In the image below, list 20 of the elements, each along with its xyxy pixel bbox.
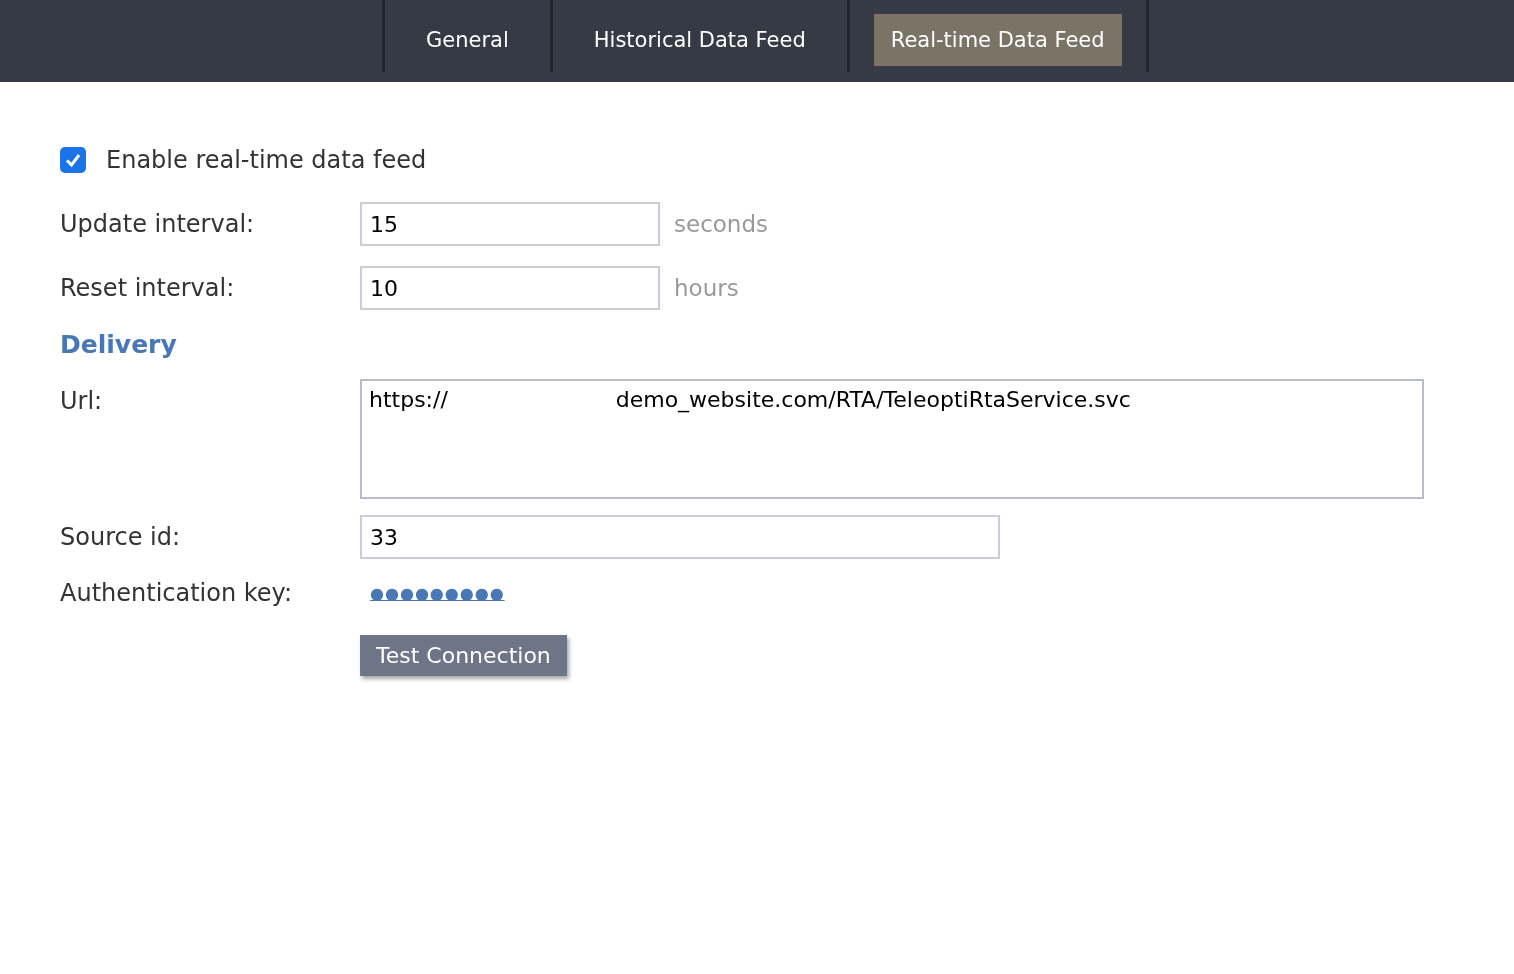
input-field[interactable]: 33 — [360, 515, 1000, 559]
auth-key-link[interactable]: ●●●●●●●●● — [370, 583, 505, 603]
unit-label: hours — [674, 275, 739, 301]
field-label: Update interval: — [60, 210, 256, 238]
unit-label: seconds — [674, 211, 768, 237]
field-label: Authentication key: — [60, 579, 294, 607]
section-heading: Delivery — [60, 330, 178, 359]
tab[interactable]: General — [409, 14, 526, 66]
test-connection-button[interactable]: Test Connection — [360, 635, 567, 676]
tab[interactable]: Historical Data Feed — [576, 14, 823, 66]
tab[interactable]: Real-time Data Feed — [873, 14, 1122, 66]
checkbox-label: Enable real-time data feed — [106, 146, 427, 174]
input-field[interactable]: 15 — [360, 202, 660, 246]
url-field[interactable]: https:// demo_website.com/RTA/TeleoptiRtaService.svc — [360, 379, 1424, 499]
field-label: Url: — [60, 386, 104, 415]
input-field[interactable]: 10 — [360, 266, 660, 310]
field-label: Source id: — [60, 523, 182, 551]
field-label: Reset interval: — [60, 274, 236, 302]
checkbox[interactable] — [60, 147, 86, 173]
checkmark-icon — [64, 151, 82, 169]
